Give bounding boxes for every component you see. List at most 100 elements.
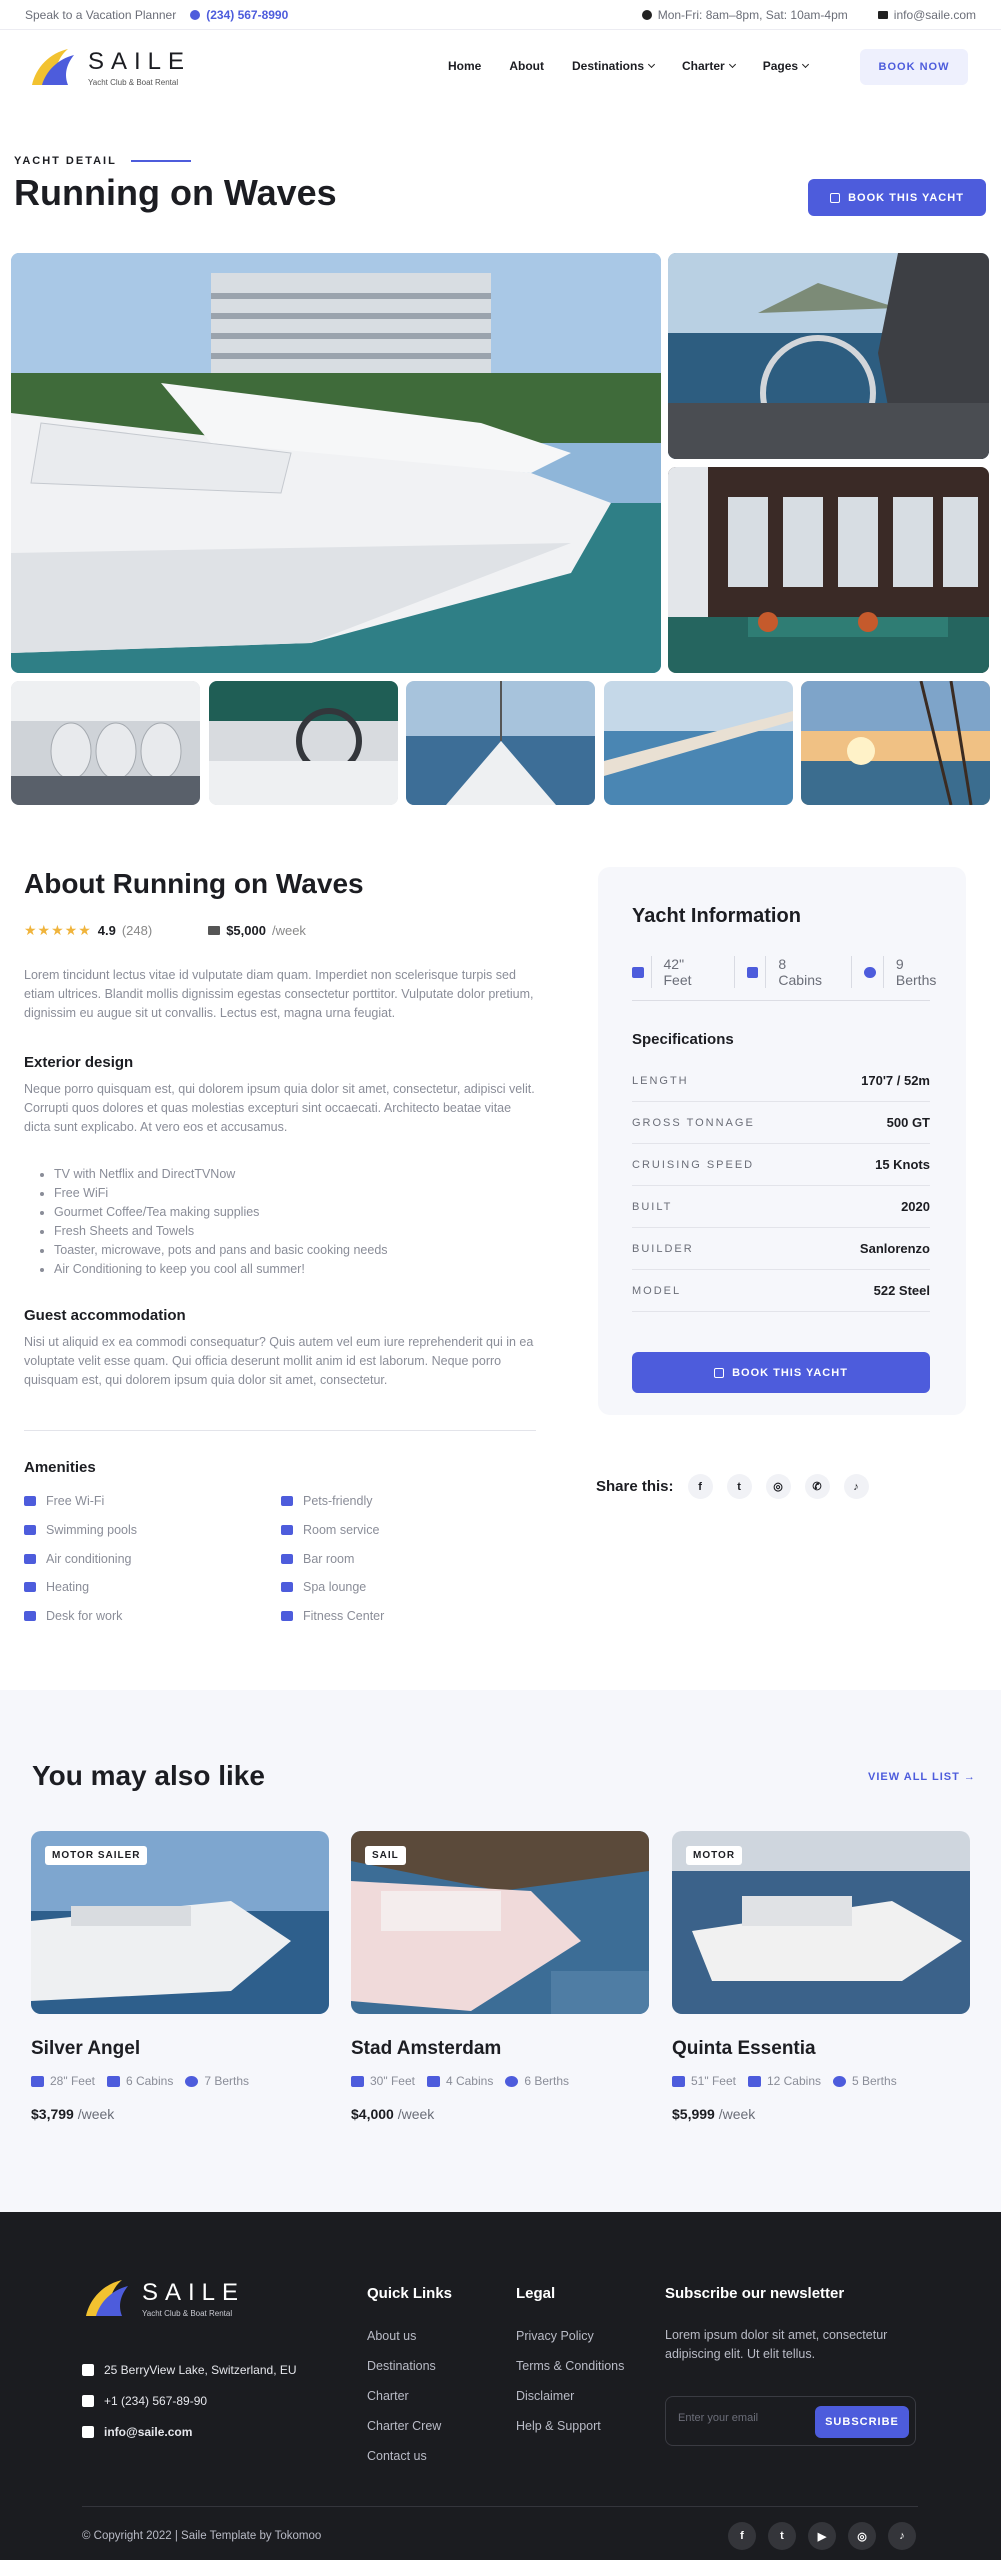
card-meta: 42" Feet 8 Cabins 9 Berths [632,956,966,988]
ruler-icon [31,2075,44,2087]
related-card[interactable]: SAIL Stad Amsterdam 30" Feet 4 Cabins 6 … [351,1831,649,2122]
rating-row: ★★★★★ 4.9 (248) $5,000 /week [24,922,306,939]
spec-value: 15 Knots [875,1157,930,1172]
nav-charter-label: Charter [682,59,725,73]
logo-mark-icon [32,49,74,85]
eyebrow-line [130,160,191,162]
bar-icon [281,1554,293,1564]
meta-text: 7 Berths [204,2074,250,2088]
top-email-text: info@saile.com [893,8,976,22]
meta-text: 30" Feet [370,2074,415,2088]
nav-charter[interactable]: Charter [682,59,736,73]
ruler-icon [351,2075,364,2087]
amenity-label: Swimming pools [46,1523,138,1537]
footer-link[interactable]: Disclaimer [516,2389,574,2403]
nav-pages[interactable]: Pages [763,59,810,73]
chevron-down-icon [728,60,736,69]
meta-length: 30" Feet [351,2074,415,2088]
book-yacht-button[interactable]: BOOK THIS YACHT [808,179,986,216]
twitter-icon[interactable]: t [768,2522,796,2550]
instagram-icon[interactable]: ◎ [848,2522,876,2550]
gallery-photo-helm[interactable] [668,253,989,459]
meta-text: 28" Feet [50,2074,95,2088]
opening-hours: Mon-Fri: 8am–8pm, Sat: 10am-4pm [641,8,848,22]
review-count: (248) [121,923,153,938]
book-now-button[interactable]: BOOK NOW [860,49,968,85]
meta-cabins: 12 Cabins [747,2074,821,2088]
logo-tagline: Yacht Club & Boat Rental [88,77,179,87]
related-card-name: Silver Angel [31,2038,141,2059]
card-book-button[interactable]: BOOK THIS YACHT [632,1352,930,1393]
view-all-label: VIEW ALL LIST [868,1771,960,1783]
subscribe-button[interactable]: SUBSCRIBE [815,2406,909,2438]
facebook-icon[interactable]: f [728,2522,756,2550]
footer-logo[interactable]: SAILE Yacht Club & Boat Rental [82,2276,245,2320]
instagram-icon[interactable]: ◎ [765,1474,791,1499]
newsletter-title: Subscribe our newsletter [665,2285,845,2302]
thermometer-icon [24,1582,36,1592]
gallery-main-photo[interactable] [11,253,661,673]
yacht-harbor-image [11,253,661,673]
spec-row: MODEL 522 Steel [632,1270,930,1312]
footer-link[interactable]: Help & Support [516,2419,601,2433]
newsletter-form: SUBSCRIBE [665,2396,916,2446]
nav-about[interactable]: About [509,59,544,73]
type-badge: MOTOR [686,1846,743,1865]
card-title: Yacht Information [632,905,801,927]
nav-home-label: Home [448,59,482,73]
meta-length-text: 42" Feet [650,956,722,988]
price-unit: /week [271,923,306,938]
footer-link[interactable]: Terms & Conditions [516,2359,624,2373]
saloon-image [11,681,200,805]
swimmer-icon [24,1525,36,1535]
amenity-label: Room service [303,1523,380,1537]
amenity-label: Free Wi-Fi [46,1494,105,1508]
price-value: $3,799 [31,2106,74,2122]
youtube-icon[interactable]: ▶ [808,2522,836,2550]
email-input[interactable] [678,2412,798,2424]
footer-link[interactable]: Charter Crew [367,2419,441,2433]
gallery-thumb-1[interactable] [11,681,200,805]
tiktok-icon[interactable]: ♪ [888,2522,916,2550]
mail-icon [82,2426,94,2438]
amenity-heating: Heating [24,1580,89,1594]
logo[interactable]: SAILE Yacht Club & Boat Rental [28,45,191,89]
top-phone-link[interactable]: (234) 567-8990 [190,8,288,22]
meta-text: 5 Berths [852,2074,897,2088]
gallery-thumb-4[interactable] [604,681,793,805]
page: Speak to a Vacation Planner (234) 567-89… [0,0,1001,2560]
about-intro: Lorem tincidunt lectus vitae id vulputat… [24,968,534,1020]
arrow-right-icon: → [963,1771,976,1783]
whatsapp-icon[interactable]: ✆ [804,1474,830,1499]
footer-phone[interactable]: +1 (234) 567-89-90 [82,2394,207,2408]
price-unit: /week [718,2106,756,2122]
top-email-link[interactable]: info@saile.com [877,8,976,22]
bed-icon [106,2075,120,2087]
view-all-link[interactable]: VIEW ALL LIST → [868,1771,976,1783]
list-item: Gourmet Coffee/Tea making supplies [54,1203,388,1222]
twitter-icon[interactable]: t [726,1474,752,1499]
tiktok-icon[interactable]: ♪ [843,1474,869,1499]
gallery-thumb-2[interactable] [209,681,398,805]
nav-home[interactable]: Home [448,59,481,73]
ruler-icon [672,2075,685,2087]
related-card[interactable]: MOTOR Quinta Essentia 51" Feet 12 Cabins… [672,1831,970,2122]
footer-link[interactable]: About us [367,2329,416,2343]
eyebrow-label: YACHT DETAIL [14,155,117,167]
nav-about-label: About [509,59,544,73]
footer-link[interactable]: Charter [367,2389,409,2403]
guest-title: Guest accommodation [24,1307,186,1324]
nav-destinations[interactable]: Destinations [572,59,656,73]
amenity-label: Desk for work [46,1609,123,1623]
footer-email[interactable]: info@saile.com [82,2425,192,2439]
gallery-photo-cabin[interactable] [668,467,989,673]
gallery-thumb-3[interactable] [406,681,595,805]
footer-link[interactable]: Destinations [367,2359,436,2373]
gallery-thumb-5[interactable] [801,681,990,805]
facebook-icon[interactable]: f [687,1474,713,1499]
footer-link[interactable]: Privacy Policy [516,2329,594,2343]
footer-link[interactable]: Contact us [367,2449,427,2463]
related-card[interactable]: MOTOR SAILER Silver Angel 28" Feet 6 Cab… [31,1831,329,2122]
calendar-icon [714,1367,725,1378]
laptop-icon [24,1611,36,1621]
